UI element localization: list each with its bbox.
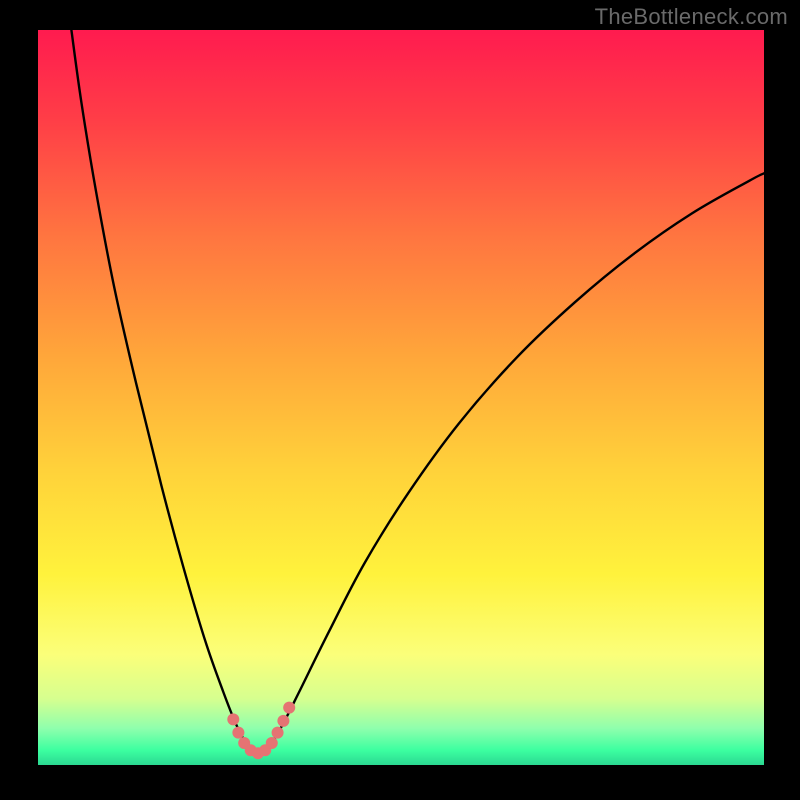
sample-marker bbox=[232, 727, 244, 739]
sample-marker bbox=[266, 737, 278, 749]
sample-marker bbox=[227, 713, 239, 725]
sample-marker bbox=[272, 727, 284, 739]
watermark-text: TheBottleneck.com bbox=[595, 4, 788, 30]
gradient-background bbox=[38, 30, 764, 765]
sample-marker bbox=[277, 715, 289, 727]
sample-marker bbox=[283, 702, 295, 714]
plot-area bbox=[38, 30, 764, 765]
chart-frame: TheBottleneck.com bbox=[0, 0, 800, 800]
